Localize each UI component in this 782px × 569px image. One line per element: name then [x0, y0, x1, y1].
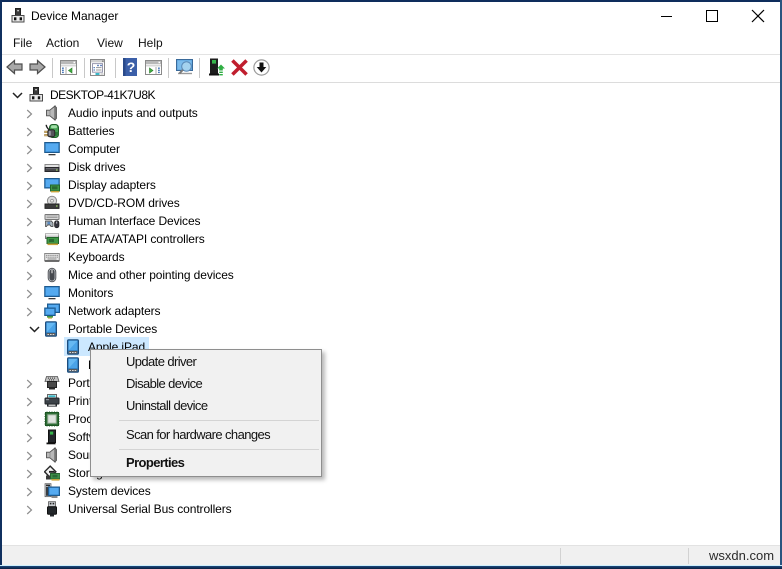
svg-text:?: ? — [127, 59, 136, 75]
